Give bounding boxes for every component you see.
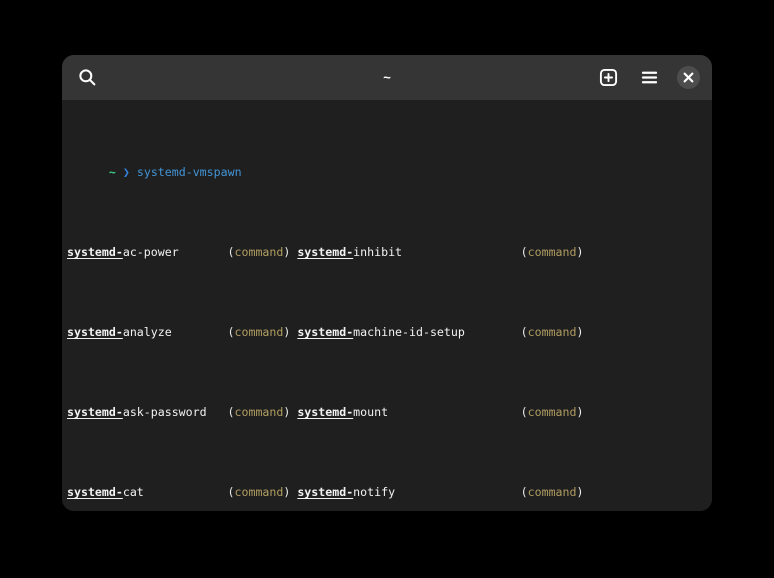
entry-prefix: systemd-	[297, 485, 353, 499]
completion-row: systemd-analyze (command) systemd-machin…	[67, 322, 712, 342]
completion-entry: systemd-notify (command)	[297, 482, 583, 502]
entry-name: inhibit	[353, 245, 402, 259]
new-tab-icon	[599, 68, 618, 87]
entry-annotation: (command)	[521, 242, 584, 262]
completion-entry: systemd-ask-password (command)	[67, 402, 290, 422]
entry-name: cat	[123, 485, 144, 499]
entry-prefix: systemd-	[297, 405, 353, 419]
entry-prefix: systemd-	[67, 405, 123, 419]
entry-name: mount	[353, 405, 388, 419]
completion-entry: systemd-inhibit (command)	[297, 242, 583, 262]
entry-prefix: systemd-	[67, 325, 123, 339]
entry-name: ac-power	[123, 245, 179, 259]
entry-prefix: systemd-	[67, 245, 123, 259]
prompt-arrow-icon: ❯	[123, 165, 130, 179]
new-tab-button[interactable]	[595, 65, 621, 91]
menu-icon	[640, 68, 659, 87]
entry-annotation: (command)	[228, 322, 291, 342]
prompt-cwd: ~	[109, 165, 116, 179]
search-icon	[78, 68, 97, 87]
entry-name: ask-password	[123, 405, 207, 419]
entry-annotation: (command)	[521, 482, 584, 502]
completion-entry: systemd-ac-power (command)	[67, 242, 290, 262]
entry-annotation: (command)	[228, 482, 291, 502]
header-actions	[595, 65, 700, 91]
entry-prefix: systemd-	[297, 325, 353, 339]
close-icon	[683, 72, 694, 83]
entry-annotation: (command)	[521, 322, 584, 342]
completion-list: systemd-ac-power (command) systemd-inhib…	[67, 202, 712, 511]
completion-entry: systemd-mount (command)	[297, 402, 583, 422]
completion-row: systemd-ask-password (command) systemd-m…	[67, 402, 712, 422]
terminal-window: ~ ~❯systemd-vmspawn	[62, 55, 712, 511]
entry-name: machine-id-setup	[353, 325, 465, 339]
entry-prefix: systemd-	[67, 485, 123, 499]
completion-row: systemd-ac-power (command) systemd-inhib…	[67, 242, 712, 262]
completion-entry: systemd-cat (command)	[67, 482, 290, 502]
entry-annotation: (command)	[521, 402, 584, 422]
prompt-command: systemd-vmspawn	[137, 165, 242, 179]
completion-row: systemd-cat (command) systemd-notify (co…	[67, 482, 712, 502]
completion-entry: systemd-analyze (command)	[67, 322, 290, 342]
prompt-line: ~❯systemd-vmspawn	[67, 142, 712, 162]
entry-name: notify	[353, 485, 395, 499]
entry-prefix: systemd-	[297, 245, 353, 259]
entry-name: analyze	[123, 325, 172, 339]
completion-entry: systemd-machine-id-setup (command)	[297, 322, 583, 342]
terminal-screen[interactable]: ~❯systemd-vmspawn systemd-ac-power (comm…	[62, 100, 712, 511]
menu-button[interactable]	[636, 65, 662, 91]
entry-annotation: (command)	[228, 242, 291, 262]
header-bar[interactable]: ~	[62, 55, 712, 100]
entry-annotation: (command)	[228, 402, 291, 422]
search-button[interactable]	[74, 65, 100, 91]
close-button[interactable]	[677, 66, 700, 89]
